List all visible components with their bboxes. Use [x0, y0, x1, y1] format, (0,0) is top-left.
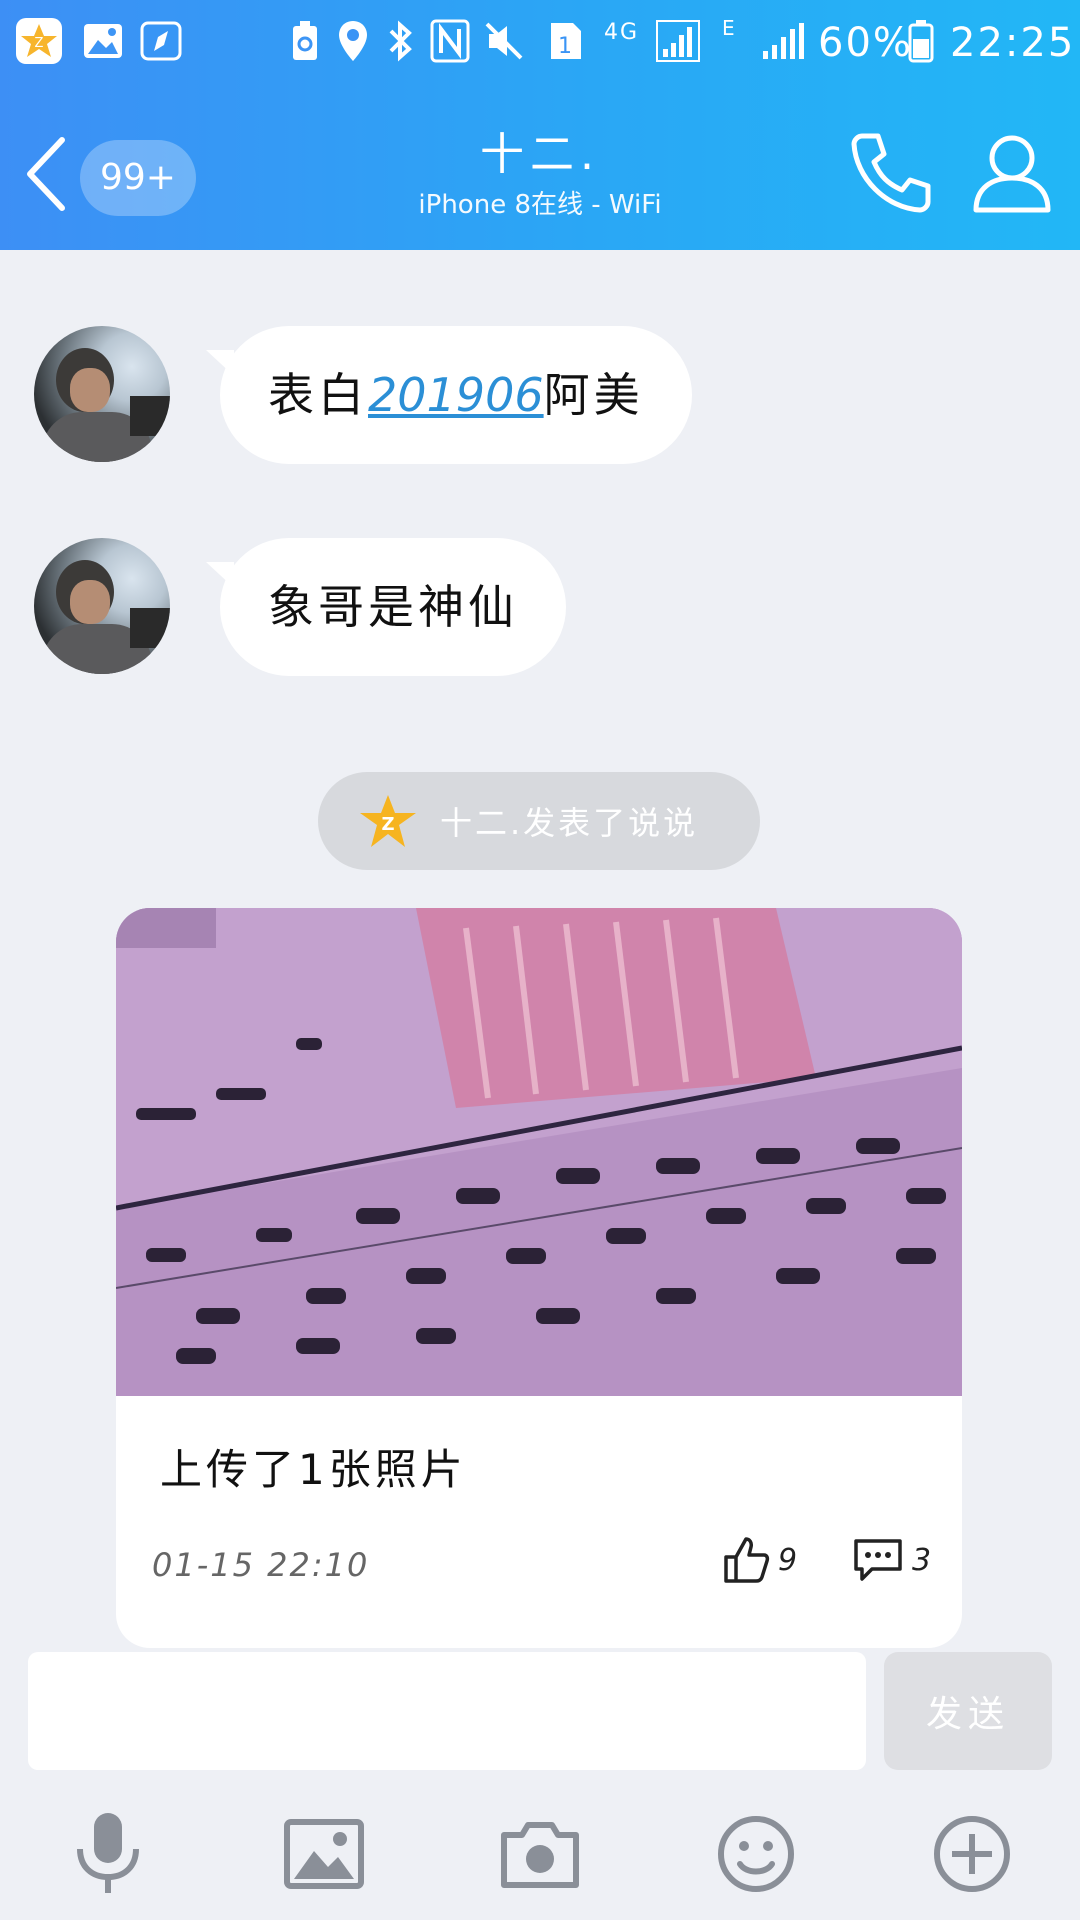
post-timestamp: 01-15 22:10: [152, 1546, 370, 1584]
camera-icon: [501, 1822, 579, 1888]
feed-post-card[interactable]: 上传了1张照片 01-15 22:10 9 3: [116, 908, 962, 1648]
battery-saver-icon: [288, 18, 322, 64]
signal-icon: [654, 18, 702, 64]
notification-text: 十二.发表了说说: [440, 804, 699, 842]
status-bar: Z 1 4G E 60% 22:25: [0, 0, 1080, 90]
svg-text:Z: Z: [35, 36, 44, 51]
post-photo[interactable]: [116, 908, 962, 1396]
user-icon: [973, 135, 1051, 213]
comment-button[interactable]: 3: [852, 1530, 931, 1590]
thumbs-up-icon: [724, 1537, 770, 1583]
message-input[interactable]: [28, 1652, 866, 1770]
number-link[interactable]: 201906: [368, 368, 544, 422]
composer: 发送: [0, 1652, 1080, 1772]
phone-icon: [851, 133, 931, 213]
title-bar: 99+ 十二. iPhone 8在线 - WiFi: [0, 90, 1080, 250]
nfc-icon: [428, 18, 472, 64]
send-button[interactable]: 发送: [884, 1652, 1052, 1770]
location-icon: [334, 18, 372, 64]
comment-count: 3: [912, 1542, 932, 1578]
image-icon: [284, 1819, 364, 1889]
camera-button[interactable]: [492, 1806, 588, 1902]
like-count: 9: [778, 1542, 798, 1578]
gallery-button[interactable]: [276, 1806, 372, 1902]
network-type-secondary: E: [722, 16, 737, 40]
plus-icon: [934, 1816, 1010, 1892]
qzone-app-icon: Z: [16, 18, 62, 64]
emoji-icon: [718, 1816, 794, 1892]
voice-button[interactable]: [60, 1806, 156, 1902]
like-button[interactable]: 9: [722, 1530, 797, 1590]
message-text: 表白: [268, 368, 368, 422]
message-bubble[interactable]: 表白201906阿美: [206, 326, 692, 464]
message-text: 阿美: [543, 368, 644, 422]
bluetooth-icon: [384, 18, 418, 64]
gallery-icon: [80, 18, 126, 64]
qzone-star-icon: Z: [360, 795, 416, 847]
emoji-button[interactable]: [708, 1806, 804, 1902]
svg-text:Z: Z: [381, 814, 394, 835]
clock: 22:25: [950, 20, 1076, 66]
signal-strength-icon: [760, 18, 806, 64]
comment-icon: [854, 1539, 902, 1581]
chat-header: Z 1 4G E 60% 22:25 99+ 十二. iPhone 8在线 - …: [0, 0, 1080, 250]
more-button[interactable]: [924, 1806, 1020, 1902]
qzone-notification[interactable]: Z 十二.发表了说说: [318, 772, 760, 870]
sim-slot-icon: 1: [546, 18, 584, 64]
composer-toolbar: [0, 1792, 1080, 1920]
compass-icon: [138, 18, 184, 64]
post-caption: 上传了1张照片: [160, 1445, 467, 1494]
message-text: 象哥是神仙: [268, 580, 518, 634]
mute-icon: [482, 18, 526, 64]
sender-avatar[interactable]: [34, 326, 170, 462]
svg-text:1: 1: [558, 34, 572, 59]
battery-percent: 60%: [818, 20, 913, 66]
microphone-icon: [77, 1813, 139, 1893]
profile-button[interactable]: [962, 122, 1062, 222]
sender-avatar[interactable]: [34, 538, 170, 674]
battery-icon: [906, 18, 936, 64]
network-type: 4G: [604, 20, 640, 45]
call-button[interactable]: [840, 122, 940, 222]
message-bubble[interactable]: 象哥是神仙: [206, 538, 566, 676]
